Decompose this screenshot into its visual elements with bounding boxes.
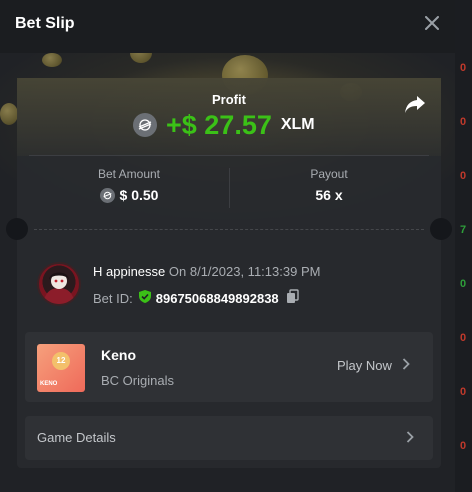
game-details-row[interactable]: Game Details xyxy=(25,416,433,460)
modal-title: Bet Slip xyxy=(15,15,75,32)
ticket-notch-left xyxy=(6,218,28,240)
bet-amount-label: Bet Amount xyxy=(97,167,161,181)
payout-value: 56 x xyxy=(315,187,343,203)
coin-decoration xyxy=(0,103,18,125)
bet-datetime: On 8/1/2023, 11:13:39 PM xyxy=(168,264,321,279)
close-icon[interactable] xyxy=(421,12,443,34)
play-now-label: Play Now xyxy=(337,358,392,373)
stellar-xlm-icon xyxy=(99,187,115,203)
game-provider: BC Originals xyxy=(101,373,174,388)
bet-slip-modal: Bet Slip Profit +$ 27.57 XLM Bet Amount … xyxy=(0,0,455,492)
share-icon[interactable] xyxy=(404,94,426,114)
shield-check-icon xyxy=(138,289,152,307)
coin-decoration xyxy=(42,53,62,67)
username[interactable]: H appinesse xyxy=(93,264,165,279)
bg-number: 0 xyxy=(460,170,467,182)
profit-section: Profit +$ 27.57 XLM xyxy=(17,78,441,156)
bet-amount-row: $ 0.50 xyxy=(29,187,229,203)
bet-amount-stat: Bet Amount $ 0.50 xyxy=(29,167,229,203)
game-name: Keno xyxy=(101,347,136,363)
bet-amount-value: $ 0.50 xyxy=(119,187,159,203)
keno-game-thumbnail: 12 KENO xyxy=(37,344,85,392)
chevron-right-icon xyxy=(402,358,410,373)
play-now-button[interactable]: Play Now xyxy=(337,358,410,373)
ticket-notch-right xyxy=(430,218,452,240)
copy-icon[interactable] xyxy=(286,289,299,307)
game-row[interactable]: 12 KENO Keno BC Originals Play Now xyxy=(25,332,433,402)
profit-currency: XLM xyxy=(280,116,315,133)
thumb-tag: KENO xyxy=(40,381,58,387)
divider xyxy=(29,155,429,156)
bet-id-value: 89675068849892838 xyxy=(155,290,279,306)
bg-number: 0 xyxy=(460,386,467,398)
bet-id-label: Bet ID: xyxy=(93,290,133,306)
thumb-number: 12 xyxy=(52,352,70,370)
dashed-separator xyxy=(34,229,424,230)
profit-value: +$ 27.57 xyxy=(166,109,272,140)
payout-stat: Payout 56 x xyxy=(229,167,429,203)
bg-number: 0 xyxy=(460,440,467,452)
profit-row: +$ 27.57 XLM xyxy=(133,109,315,141)
bet-id-line: Bet ID: 89675068849892838 xyxy=(93,289,299,307)
bg-number: 0 xyxy=(460,62,467,74)
profit-label: Profit xyxy=(212,92,246,107)
background-page-strip: 0 0 0 7 0 0 0 0 xyxy=(455,0,472,492)
game-details-label: Game Details xyxy=(37,430,116,445)
modal-header: Bet Slip xyxy=(0,0,455,53)
stellar-xlm-icon xyxy=(133,113,157,137)
bet-user-line: H appinesse On 8/1/2023, 11:13:39 PM xyxy=(93,264,320,279)
bg-number: 0 xyxy=(460,116,467,128)
chevron-right-icon xyxy=(406,430,414,448)
bet-card: Profit +$ 27.57 XLM Bet Amount $ 0.50 Pa… xyxy=(6,78,452,468)
bg-number: 0 xyxy=(460,278,467,290)
bg-number: 0 xyxy=(460,332,467,344)
avatar[interactable] xyxy=(37,262,81,306)
payout-label: Payout xyxy=(310,167,348,181)
bg-number: 7 xyxy=(460,224,467,236)
